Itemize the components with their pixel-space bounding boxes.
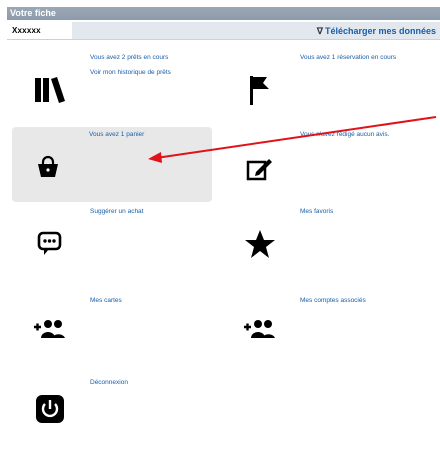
card-reviews[interactable]: Vous n'avez rédigé aucun avis. [220,127,420,202]
chat-icon [32,224,68,264]
card-basket[interactable]: Vous avez 1 panier [12,127,212,202]
card-cards[interactable]: Mes cartes [10,293,210,368]
basket-icon [30,147,66,187]
card-reservations[interactable]: Vous avez 1 réservation en cours [220,50,420,125]
card-line[interactable]: Mes favoris [300,208,420,215]
account-subheader: Xxxxxx ∇ Télécharger mes données [7,22,440,40]
card-line[interactable]: Suggérer un achat [90,208,210,215]
books-icon [32,70,68,110]
patron-account-page: Votre fiche Xxxxxx ∇ Télécharger mes donn… [0,0,440,429]
chevrons-down-icon: ∇ [316,26,323,36]
username: Xxxxxx [12,26,41,35]
download-data-link[interactable]: ∇ Télécharger mes données [317,26,436,37]
card-line[interactable]: Vous avez 2 prêts en cours [90,54,210,61]
add-users-icon [242,309,278,349]
card-line[interactable]: Vous avez 1 réservation en cours [300,54,420,61]
card-loans[interactable]: Vous avez 2 prêts en cours Voir mon hist… [10,50,210,125]
card-linked[interactable]: Mes comptes associés [220,293,420,368]
edit-icon [242,149,278,189]
username-box: Xxxxxx [7,22,72,39]
add-users-icon [32,309,68,349]
download-label: Télécharger mes données [324,26,436,36]
card-line[interactable]: Vous avez 1 panier [89,131,209,138]
card-logout[interactable]: Déconnexion [10,375,210,450]
card-line[interactable]: Vous n'avez rédigé aucun avis. [300,131,420,138]
card-line[interactable]: Mes comptes associés [300,297,420,304]
card-line[interactable]: Déconnexion [90,379,210,386]
star-icon [242,224,278,264]
card-line[interactable]: Mes cartes [90,297,210,304]
card-favorites[interactable]: Mes favoris [220,204,420,279]
page-title: Votre fiche [7,7,440,20]
card-suggest[interactable]: Suggérer un achat [10,204,210,279]
card-line[interactable]: Voir mon historique de prêts [90,69,210,76]
flag-icon [242,70,278,110]
power-icon [32,389,68,429]
